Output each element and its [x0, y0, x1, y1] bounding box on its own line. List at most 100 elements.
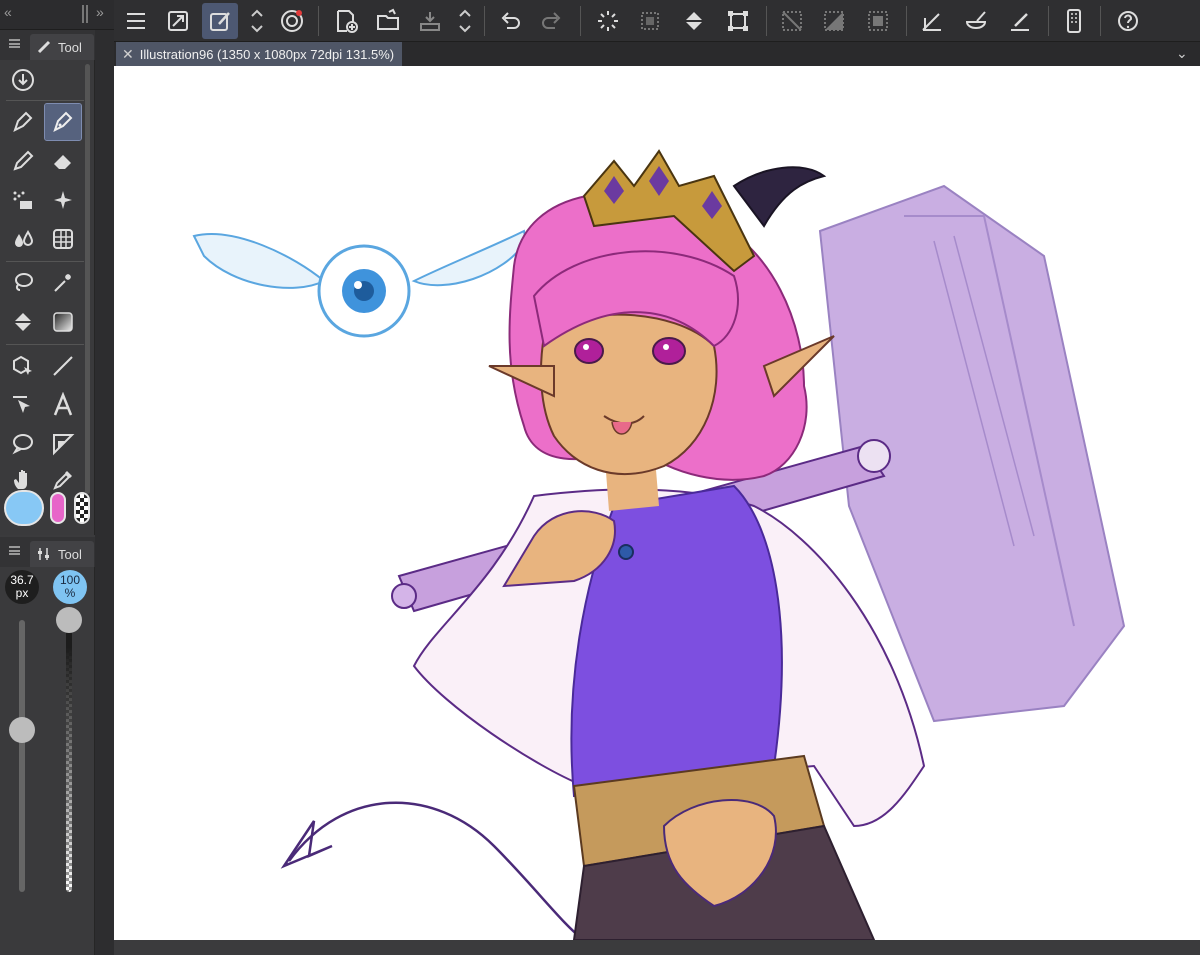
transparent-color-swatch[interactable] — [74, 492, 90, 524]
close-tab-icon[interactable]: ✕ — [122, 46, 134, 63]
gradient-tool[interactable] — [45, 304, 81, 340]
command-bar — [114, 0, 1200, 42]
sparkle-icon — [54, 191, 72, 209]
up-down-arrows-icon[interactable] — [456, 6, 474, 36]
transform-button[interactable] — [720, 3, 756, 39]
wing-left — [192, 233, 326, 289]
sub-color-swatch[interactable] — [50, 492, 66, 524]
magic-wand-icon — [54, 274, 71, 292]
transform-icon — [728, 11, 748, 31]
dotted-square-icon — [641, 12, 659, 30]
tab-tool[interactable]: Tool — [30, 34, 94, 60]
tool-panel-header: Tool — [0, 30, 95, 60]
collapse-right-icon[interactable]: » — [96, 4, 104, 20]
drawing-canvas[interactable] — [114, 66, 1200, 940]
undo-icon — [501, 12, 520, 29]
help-button[interactable] — [1110, 3, 1146, 39]
fit-view-button[interactable] — [160, 3, 196, 39]
document-tab-bar: ✕ Illustration96 (1350 x 1080px 72dpi 13… — [114, 42, 1200, 66]
horn — [732, 166, 827, 228]
magic-wand-tool[interactable] — [45, 265, 81, 301]
vector-cursor-icon — [13, 396, 30, 413]
fit-view-icon — [168, 11, 188, 31]
brush-size-badge[interactable]: 36.7 px — [5, 570, 39, 604]
triangle-ruler-icon — [53, 434, 75, 456]
panel-gutter — [95, 30, 114, 955]
stabilizer-button[interactable] — [958, 3, 994, 39]
brush-opacity-slider[interactable] — [66, 620, 72, 892]
line-tool-button[interactable] — [1002, 3, 1038, 39]
ruler-button[interactable] — [914, 3, 950, 39]
droplets-icon — [15, 230, 34, 247]
open-file-button[interactable] — [370, 3, 406, 39]
pen-tool[interactable] — [5, 104, 41, 140]
brush-opacity-slider-knob[interactable] — [56, 607, 82, 633]
line-tool[interactable] — [45, 348, 81, 384]
loading-button[interactable] — [590, 3, 626, 39]
gradient-icon — [53, 312, 73, 332]
lasso-icon — [15, 273, 33, 291]
invert-selection-button[interactable] — [816, 3, 852, 39]
text-tool[interactable] — [45, 387, 81, 423]
eraser-tool[interactable] — [45, 143, 81, 179]
save-button[interactable] — [412, 3, 448, 39]
undo-button[interactable] — [492, 3, 528, 39]
object-tool[interactable] — [5, 348, 41, 384]
tab-tool-property-label: Tool — [58, 546, 82, 562]
airbrush-tool[interactable] — [5, 182, 41, 218]
brush-square-icon — [210, 12, 230, 31]
brush-size-slider-knob[interactable] — [9, 717, 35, 743]
blend-tool[interactable] — [5, 221, 41, 257]
ruler-tool[interactable] — [45, 426, 81, 462]
save-tray-icon — [420, 12, 440, 31]
panel-menu-icon[interactable] — [9, 39, 20, 48]
fill-button[interactable] — [676, 3, 712, 39]
tool-scrollbar[interactable] — [85, 64, 90, 494]
decoration-tool[interactable] — [45, 182, 81, 218]
artwork-illustration — [192, 149, 1126, 940]
new-canvas-button[interactable] — [328, 3, 364, 39]
panel-grip-icon[interactable] — [82, 5, 88, 23]
tab-tool-property[interactable]: Tool — [30, 541, 94, 567]
deselect-button[interactable] — [774, 3, 810, 39]
brush-icon — [37, 40, 51, 54]
frame-tool[interactable] — [45, 221, 81, 257]
ruler-icon — [922, 13, 941, 31]
wing-right — [411, 229, 528, 287]
fill-tool[interactable] — [5, 304, 41, 340]
document-tab[interactable]: ✕ Illustration96 (1350 x 1080px 72dpi 13… — [116, 42, 403, 66]
pencil-pen-tool[interactable] — [44, 103, 82, 141]
lasso-tool[interactable] — [5, 265, 41, 301]
quick-access-button[interactable] — [202, 3, 238, 39]
collapse-left-icon[interactable]: « — [4, 4, 12, 20]
tab-tool-label: Tool — [58, 39, 82, 55]
vector-tool[interactable] — [5, 387, 41, 423]
balloon-tool[interactable] — [5, 426, 41, 462]
spiral-icon — [281, 10, 303, 32]
redo-button[interactable] — [534, 3, 570, 39]
brush-size-slider[interactable] — [19, 620, 25, 892]
menu-button[interactable] — [118, 3, 154, 39]
clear-selection-button[interactable] — [632, 3, 668, 39]
smartphone-button[interactable] — [1056, 3, 1092, 39]
menu-icon — [127, 13, 145, 29]
panel-collapse-strip: « » — [0, 0, 114, 30]
pencil-tool[interactable] — [5, 143, 41, 179]
selection-launcher-button[interactable] — [274, 3, 310, 39]
up-down-arrows-icon[interactable] — [248, 6, 266, 36]
panel-menu-icon[interactable] — [9, 546, 20, 555]
download-tool[interactable] — [5, 62, 41, 98]
document-tab-title: Illustration96 (1350 x 1080px 72dpi 131.… — [139, 46, 395, 62]
eyedropper-tool[interactable] — [45, 462, 81, 498]
tool-panel: Tool — [0, 30, 95, 535]
line-icon — [53, 356, 73, 376]
select-all-icon — [868, 11, 888, 31]
brush-opacity-unit: % — [64, 586, 76, 600]
main-color-swatch[interactable] — [4, 490, 44, 526]
eyedropper-icon — [53, 471, 72, 490]
select-all-button[interactable] — [860, 3, 896, 39]
brush-opacity-badge[interactable]: 100 % — [53, 570, 87, 604]
chevron-down-icon[interactable]: ⌄ — [1176, 45, 1194, 63]
cube-cursor-icon — [13, 355, 32, 375]
smartphone-icon — [1067, 9, 1081, 33]
